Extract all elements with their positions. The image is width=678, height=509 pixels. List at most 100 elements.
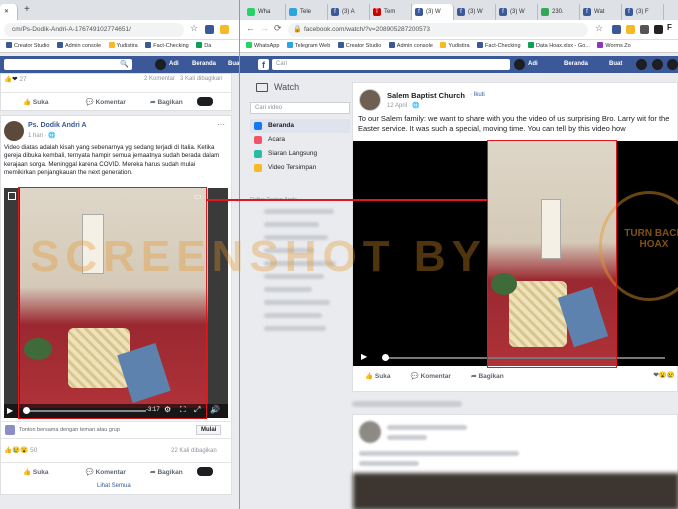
post-author[interactable]: Ps. Dodik Andri A xyxy=(28,122,87,129)
watch-nav-live[interactable]: Siaran Langsung xyxy=(250,147,350,161)
progress-handle[interactable] xyxy=(382,354,389,361)
reactions-summary[interactable]: 👍❤ 27 xyxy=(4,75,27,83)
bookmark-item[interactable]: Worms Zo xyxy=(597,40,631,52)
extension-icon[interactable] xyxy=(640,25,649,34)
highlight-box-right xyxy=(487,140,617,368)
see-all-link[interactable]: Lihat Semua xyxy=(97,483,131,489)
reactions-summary[interactable]: ❤😮😢 xyxy=(653,371,675,379)
search-input[interactable] xyxy=(4,59,132,70)
profile-link[interactable]: Adi xyxy=(169,59,179,70)
follow-link[interactable]: · Ikuti xyxy=(470,92,485,98)
like-button[interactable]: 👍 Suka xyxy=(23,468,48,476)
play-icon[interactable]: ▶ xyxy=(361,352,367,361)
audience-selector[interactable] xyxy=(196,97,213,106)
bookmark-item[interactable]: Telegram Web xyxy=(286,40,330,52)
bookmark-item[interactable]: Data Hoax.xlsx - Go... xyxy=(528,40,590,52)
reactions-summary[interactable]: 👍😢😮 50 xyxy=(4,446,37,454)
like-button[interactable]: 👍 Suka xyxy=(23,98,48,106)
back-arrow-icon[interactable]: ← xyxy=(246,23,255,33)
left-url-field[interactable]: cm/Ps-Dodik-Andri-A-176749102774651/ xyxy=(4,23,184,37)
tab-whatsapp[interactable]: Wha xyxy=(244,4,286,20)
bookmark-star-icon[interactable]: ☆ xyxy=(190,23,198,34)
left-bookmarks-bar: Creator Studio Admin console Yudistira F… xyxy=(0,40,239,53)
forward-arrow-icon[interactable]: → xyxy=(260,23,269,33)
home-link[interactable]: Beranda xyxy=(192,59,216,70)
watch-nav-home[interactable]: Beranda xyxy=(250,119,350,133)
tab-facebook[interactable]: f Wat xyxy=(580,4,622,20)
share-button[interactable]: ➦ Bagikan xyxy=(471,372,504,380)
watch-nav-saved[interactable]: Video Tersimpan xyxy=(250,161,350,175)
bookmark-item[interactable]: Yudistira xyxy=(108,40,138,52)
notifications-icon[interactable] xyxy=(667,59,678,70)
pip-icon[interactable] xyxy=(8,192,16,200)
watch-sidebar: Watch Cari video Beranda Acara Siaran La… xyxy=(250,82,350,502)
messenger-icon[interactable] xyxy=(652,59,663,70)
tab-facebook-watch-active[interactable]: f (3) W xyxy=(412,4,454,20)
tab-facebook[interactable]: f (3) W xyxy=(454,4,496,20)
tempo-icon: T xyxy=(373,8,381,16)
bookmark-item[interactable]: Creator Studio xyxy=(6,40,49,52)
extension-icon[interactable] xyxy=(626,25,635,34)
share-button[interactable]: ➦ Bagikan xyxy=(150,98,183,106)
tab-facebook[interactable]: f (3) W xyxy=(496,4,538,20)
close-tab-icon[interactable]: ✕ xyxy=(0,4,18,20)
tab-facebook[interactable]: f (3) A xyxy=(328,4,370,20)
reload-icon[interactable]: ⟳ xyxy=(274,23,282,34)
play-icon[interactable]: ▶ xyxy=(7,406,13,415)
video-search-input[interactable]: Cari video xyxy=(250,102,350,114)
search-icon[interactable]: 🔍 xyxy=(120,60,129,68)
post-time[interactable]: 1 hari xyxy=(28,133,43,139)
friends-icon[interactable] xyxy=(636,59,647,70)
facebook-logo-icon[interactable]: f xyxy=(258,59,269,70)
extension-icon[interactable] xyxy=(612,25,621,34)
avatar[interactable] xyxy=(514,59,525,70)
profile-link[interactable]: Adi xyxy=(528,59,538,70)
home-link[interactable]: Beranda xyxy=(564,59,588,70)
live-icon xyxy=(254,150,262,158)
comment-button[interactable]: 💬 Komentar xyxy=(86,468,126,476)
reaction-count: 50 xyxy=(30,447,38,454)
avatar[interactable] xyxy=(155,59,166,70)
watch-nav-shows[interactable]: Acara xyxy=(250,133,350,147)
more-options-icon[interactable]: ··· xyxy=(217,120,225,129)
map-pin-icon xyxy=(541,8,549,16)
share-button[interactable]: ➦ Bagikan xyxy=(150,468,183,476)
bookmark-item[interactable]: Da xyxy=(196,40,211,52)
avatar[interactable] xyxy=(4,121,24,141)
bookmark-item[interactable]: Fact-Checking xyxy=(145,40,189,52)
bookmark-item[interactable]: Fact-Checking xyxy=(477,40,521,52)
share-count[interactable]: 3 Kali dibagikan xyxy=(180,76,222,82)
bookmark-item[interactable]: Admin console xyxy=(388,40,433,52)
tab-telegram[interactable]: Tele xyxy=(286,4,328,20)
tab-facebook[interactable]: f (3) F xyxy=(622,4,664,20)
bookmark-star-icon[interactable]: ☆ xyxy=(595,23,603,34)
post-date[interactable]: 12 April xyxy=(387,103,407,109)
bookmark-item[interactable]: Creator Studio xyxy=(337,40,381,52)
avatar[interactable] xyxy=(359,89,381,111)
new-tab-button[interactable]: + xyxy=(24,4,30,15)
share-count[interactable]: 22 Kali dibagikan xyxy=(171,448,217,454)
volume-icon[interactable]: 🔊 xyxy=(210,405,220,414)
create-link[interactable]: Buat xyxy=(228,59,239,70)
start-watch-party-button[interactable]: Mulai xyxy=(196,425,222,435)
comment-button[interactable]: 💬 Komentar xyxy=(411,372,451,380)
right-url-field[interactable]: 🔒 facebook.com/watch/?v=208905287200573 xyxy=(288,23,588,37)
bookmark-item[interactable]: WhatsApp xyxy=(246,40,279,52)
left-facebook-header: 🔍 Adi Beranda Buat xyxy=(0,56,239,73)
bookmark-item[interactable]: Admin console xyxy=(57,40,101,52)
extension-icon[interactable] xyxy=(220,25,229,34)
create-link[interactable]: Buat xyxy=(609,59,622,70)
page-name[interactable]: Salem Baptist Church xyxy=(387,91,465,100)
comment-button[interactable]: 💬 Komentar xyxy=(86,98,126,106)
extension-f-icon[interactable]: F xyxy=(667,23,672,32)
extension-icon[interactable] xyxy=(654,25,663,34)
like-button[interactable]: 👍 Suka xyxy=(365,372,390,380)
tab-tempo[interactable]: T Tem xyxy=(370,4,412,20)
love-reaction-icon: ❤ xyxy=(12,76,18,83)
audience-selector[interactable] xyxy=(196,467,213,476)
search-input[interactable]: Cari xyxy=(272,59,510,70)
bookmark-item[interactable]: Yudistira xyxy=(440,40,470,52)
extension-icon[interactable] xyxy=(205,25,214,34)
tab-maps[interactable]: 230. xyxy=(538,4,580,20)
comment-count[interactable]: 2 Komentar xyxy=(144,76,175,82)
